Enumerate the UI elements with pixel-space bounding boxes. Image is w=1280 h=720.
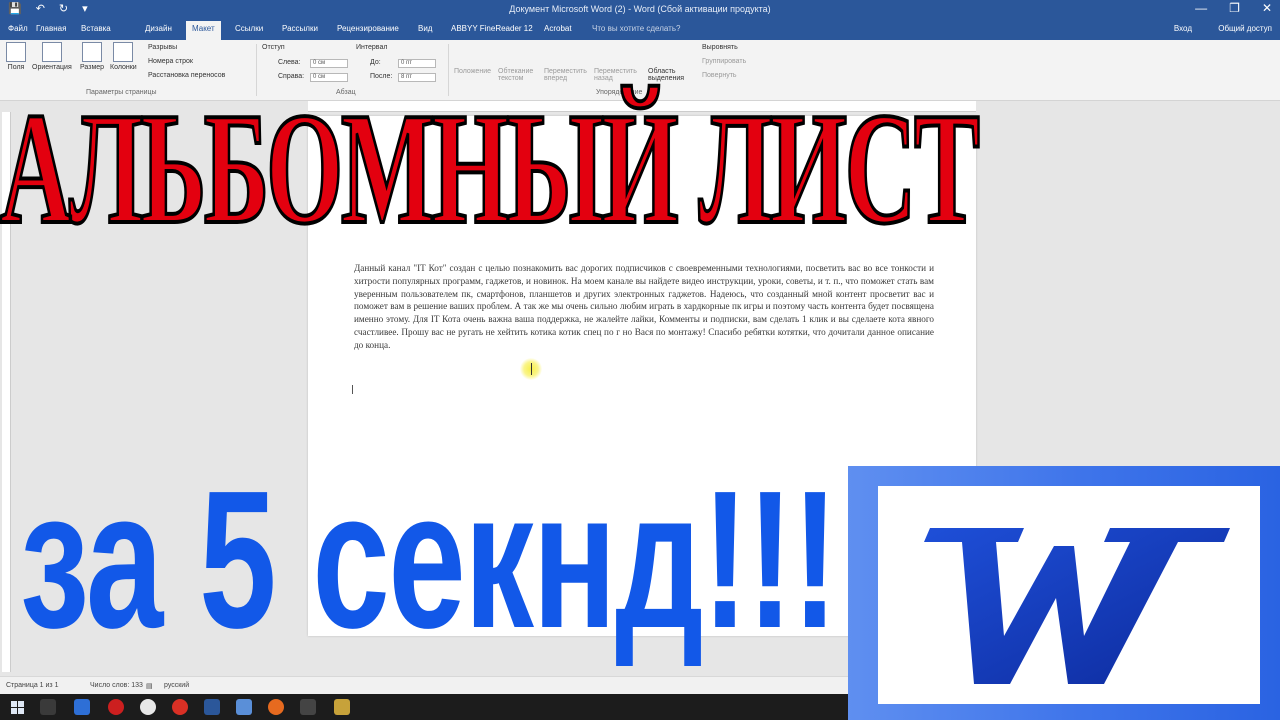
sign-in-link[interactable]: Вход	[1174, 24, 1192, 33]
window-controls: — ❐ ✕	[1195, 1, 1272, 15]
maximize-button[interactable]: ❐	[1229, 1, 1240, 15]
indent-left-label: Слева:	[278, 59, 301, 66]
ribbon-tabs: Файл Главная Вставка Дизайн Макет Ссылки…	[0, 20, 1280, 40]
tab-mailings[interactable]: Рассылки	[282, 24, 318, 33]
word-count[interactable]: Число слов: 133	[90, 682, 143, 689]
start-icon[interactable]	[10, 700, 26, 716]
word-taskbar-icon[interactable]	[204, 699, 220, 715]
word-logo	[848, 466, 1280, 720]
app-icon[interactable]	[334, 699, 350, 715]
tab-acrobat[interactable]: Acrobat	[544, 24, 572, 33]
indent-left-field[interactable]: 0 см	[310, 59, 348, 68]
media-icon[interactable]	[300, 699, 316, 715]
explorer-icon[interactable]	[74, 699, 90, 715]
word-w-icon	[924, 528, 1230, 684]
yandex-browser-icon[interactable]	[140, 699, 156, 715]
task-view-icon[interactable]	[40, 699, 56, 715]
window-title: Документ Microsoft Word (2) - Word (Сбой…	[509, 4, 771, 14]
page-count[interactable]: Страница 1 из 1	[6, 682, 58, 689]
tab-references[interactable]: Ссылки	[235, 24, 263, 33]
tab-file[interactable]: Файл	[8, 24, 28, 33]
size-button[interactable]: Размер	[80, 42, 104, 71]
tab-review[interactable]: Рецензирование	[337, 24, 399, 33]
rotate-button[interactable]: Повернуть	[702, 72, 737, 79]
tab-design[interactable]: Дизайн	[145, 24, 172, 33]
breaks-button[interactable]: Разрывы	[148, 44, 177, 51]
orientation-button[interactable]: Ориентация	[32, 42, 72, 71]
headline-overlay: АЛЬБОМНЫЙ ЛИСТ	[0, 79, 981, 257]
tell-me-search[interactable]: Что вы хотите сделать?	[592, 24, 680, 33]
align-button[interactable]: Выровнять	[702, 44, 738, 51]
minimize-button[interactable]: —	[1195, 1, 1207, 15]
firefox-icon[interactable]	[268, 699, 284, 715]
record-icon[interactable]	[172, 699, 188, 715]
spacing-before-label: До:	[370, 59, 381, 66]
proofing-icon[interactable]: ▤	[146, 682, 153, 690]
group-button[interactable]: Группировать	[702, 58, 746, 65]
size-icon	[82, 42, 103, 62]
subline-overlay: за 5 секнд!!!	[20, 450, 838, 669]
close-button[interactable]: ✕	[1262, 1, 1272, 15]
notes-icon[interactable]	[236, 699, 252, 715]
spacing-before-field[interactable]: 0 пт	[398, 59, 436, 68]
tab-abbyy[interactable]: ABBYY FineReader 12	[451, 24, 533, 33]
document-body-text[interactable]: Данный канал "IT Кот" создан с целью поз…	[354, 262, 934, 352]
columns-icon	[113, 42, 134, 62]
tab-view[interactable]: Вид	[418, 24, 432, 33]
share-button[interactable]: Общий доступ	[1218, 24, 1272, 33]
word-logo-panel	[878, 486, 1260, 704]
text-cursor-icon	[531, 363, 532, 375]
tab-layout[interactable]: Макет	[186, 21, 221, 40]
language-indicator[interactable]: русский	[164, 682, 189, 689]
spacing-header: Интервал	[356, 44, 388, 51]
opera-icon[interactable]	[108, 699, 124, 715]
orientation-icon	[41, 42, 62, 62]
margins-icon	[6, 42, 26, 62]
position-button[interactable]: Положение	[454, 68, 491, 75]
title-bar: 💾 ↶ ↻ ▾ Документ Microsoft Word (2) - Wo…	[0, 0, 1280, 20]
text-caret	[352, 385, 353, 394]
columns-button[interactable]: Колонки	[110, 42, 137, 71]
tab-insert[interactable]: Вставка	[81, 24, 111, 33]
indent-header: Отступ	[262, 44, 285, 51]
tab-home[interactable]: Главная	[36, 24, 66, 33]
margins-button[interactable]: Поля	[6, 42, 26, 71]
hyphenation-button[interactable]: Расстановка переносов	[148, 72, 225, 79]
line-numbers-button[interactable]: Номера строк	[148, 58, 193, 65]
